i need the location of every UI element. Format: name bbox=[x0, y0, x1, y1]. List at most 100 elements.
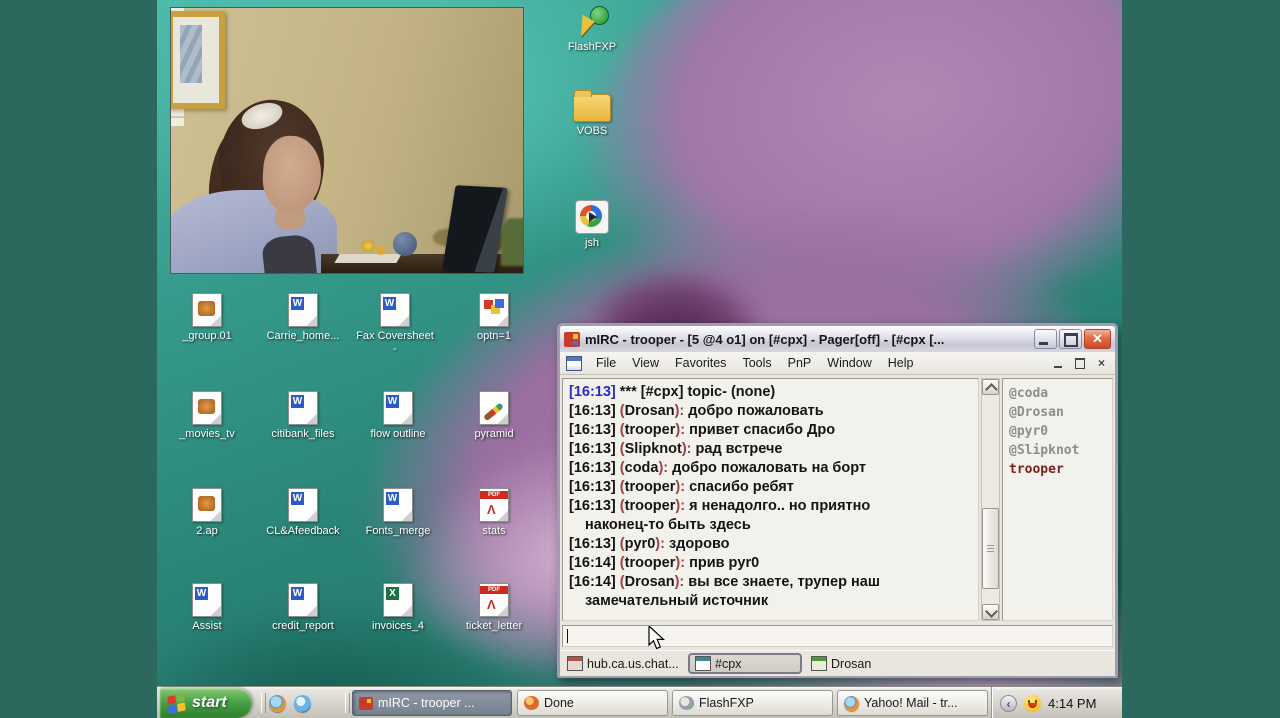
task-label: Yahoo! Mail - tr... bbox=[864, 696, 958, 710]
nick-list-item[interactable]: @Slipknot bbox=[1009, 441, 1106, 460]
scroll-up-button[interactable] bbox=[982, 379, 999, 395]
timestamp: [16:13] bbox=[569, 460, 616, 476]
scrollbar[interactable] bbox=[981, 378, 1000, 621]
tab-query-drosan[interactable]: Drosan bbox=[806, 653, 892, 674]
icon-label: pyramid bbox=[449, 428, 539, 441]
desktop-icon[interactable]: W Assist bbox=[162, 583, 252, 633]
chat-line: [16:14] trooper прив pyr0 bbox=[569, 554, 972, 573]
desktop-icon[interactable]: pyramid bbox=[449, 391, 539, 441]
icon-label: VOBS bbox=[557, 125, 627, 138]
taskbar-button-done[interactable]: Done bbox=[517, 690, 668, 716]
desktop-icon[interactable]: W citibank_files bbox=[258, 391, 348, 441]
nick: trooper bbox=[620, 422, 685, 438]
title-bar[interactable]: mIRC - trooper - [5 @4 o1] on [#cpx] - P… bbox=[560, 326, 1115, 352]
taskbar-button-mirc[interactable]: mIRC - trooper ... bbox=[352, 690, 512, 716]
message-input[interactable] bbox=[562, 625, 1113, 647]
icon-label: optn=1 bbox=[449, 330, 539, 343]
plant bbox=[501, 218, 524, 266]
chat-line-wrapped: замечательный источник bbox=[569, 592, 972, 611]
desktop-icon[interactable]: VOBS bbox=[557, 94, 627, 138]
mirc-icon bbox=[359, 697, 373, 710]
tab-channel-cpx[interactable]: #cpx bbox=[688, 653, 802, 674]
child-restore-button[interactable] bbox=[1073, 357, 1088, 370]
nick-list-item[interactable]: @Drosan bbox=[1009, 403, 1106, 422]
timestamp: [16:14] bbox=[569, 555, 616, 571]
clock[interactable]: 4:14 PM bbox=[1048, 696, 1096, 711]
desktop-icon[interactable]: FlashFXP bbox=[557, 6, 627, 54]
icon-label: Fonts_merge bbox=[353, 525, 443, 538]
start-button[interactable]: start bbox=[160, 688, 252, 718]
desktop-icon[interactable]: X invoices_4 bbox=[353, 583, 443, 633]
menu-tools[interactable]: Tools bbox=[734, 354, 779, 372]
tray-collapse-icon[interactable]: ‹ bbox=[1000, 695, 1017, 712]
message-text: добро пожаловать bbox=[688, 403, 823, 419]
chat-line: [16:13] Drosan добро пожаловать bbox=[569, 402, 972, 421]
desktop: _group.01 W Carrie_home... W Fax Coversh… bbox=[157, 0, 1122, 718]
scrollbar-thumb[interactable] bbox=[982, 508, 999, 589]
desktop-icon[interactable]: W flow outline bbox=[353, 391, 443, 441]
internet-explorer-icon[interactable] bbox=[294, 695, 311, 712]
child-close-button[interactable]: × bbox=[1094, 357, 1109, 370]
nick-list[interactable]: @coda @Drosan @pyr0 @Slipknot trooper bbox=[1002, 378, 1113, 621]
desktop-icon[interactable]: _movies_tv bbox=[162, 391, 252, 441]
desktop-icon[interactable]: jsh bbox=[557, 200, 627, 250]
chat-line: [16:13] coda добро пожаловать на борт bbox=[569, 459, 972, 478]
chat-line: [16:13] trooper я ненадолго.. но приятно bbox=[569, 497, 972, 516]
paper bbox=[334, 254, 401, 263]
menu-help[interactable]: Help bbox=[880, 354, 922, 372]
timestamp: [16:14] bbox=[569, 574, 616, 590]
timestamp: [16:13] bbox=[569, 403, 616, 419]
icon-label: citibank_files bbox=[258, 428, 348, 441]
desktop-icon[interactable]: W CL&Afeedback bbox=[258, 488, 348, 538]
message-text: рад встрече bbox=[696, 441, 783, 457]
desktop-icon[interactable]: PDFΛ ticket_letter bbox=[449, 583, 539, 633]
message-text: привет спасибо Дро bbox=[689, 422, 835, 438]
menu-pnp[interactable]: PnP bbox=[780, 354, 820, 372]
desktop-icon[interactable]: W credit_report bbox=[258, 583, 348, 633]
chat-log[interactable]: [16:13] *** [#cpx] topic- (none) [16:13]… bbox=[562, 378, 979, 621]
pdf-file-icon: PDFΛ bbox=[479, 583, 509, 617]
desktop-icon[interactable]: W Carrie_home... bbox=[258, 293, 348, 343]
nick: Drosan bbox=[620, 403, 684, 419]
desktop-icon[interactable]: _group.01 bbox=[162, 293, 252, 343]
switchbar: hub.ca.us.chat... #cpx Drosan bbox=[560, 650, 1115, 676]
channel-window-icon bbox=[566, 356, 582, 371]
scroll-down-button[interactable] bbox=[982, 604, 999, 620]
menu-view[interactable]: View bbox=[624, 354, 667, 372]
icon-label: jsh bbox=[557, 237, 627, 250]
desktop-icon[interactable]: W Fonts_merge bbox=[353, 488, 443, 538]
toolbar-handle[interactable] bbox=[261, 693, 266, 713]
desktop-icon[interactable]: optn=1 bbox=[449, 293, 539, 343]
desktop-icon[interactable]: 2.ap bbox=[162, 488, 252, 538]
nick-list-item[interactable]: @coda bbox=[1009, 384, 1106, 403]
menu-file[interactable]: File bbox=[588, 354, 624, 372]
firefox-icon[interactable] bbox=[269, 695, 286, 712]
message-text: вы все знаете, трупер наш bbox=[688, 574, 880, 590]
child-minimize-button[interactable] bbox=[1052, 357, 1067, 370]
word-document-icon: W bbox=[383, 391, 413, 425]
paint-file-icon bbox=[479, 391, 509, 425]
channel-window-icon bbox=[695, 656, 711, 671]
icon-label: FlashFXP bbox=[557, 41, 627, 54]
icon-label: _movies_tv bbox=[162, 428, 252, 441]
windows-logo-icon bbox=[167, 693, 186, 714]
messenger-smiley-icon[interactable] bbox=[1024, 695, 1041, 712]
image-file-icon bbox=[479, 293, 509, 327]
text-caret bbox=[567, 629, 568, 643]
desktop-icon[interactable]: PDFΛ stats bbox=[449, 488, 539, 538]
tab-server[interactable]: hub.ca.us.chat... bbox=[562, 653, 684, 674]
nick-list-item-self[interactable]: trooper bbox=[1009, 460, 1106, 479]
minimize-button[interactable] bbox=[1034, 329, 1057, 349]
close-button[interactable]: ✕ bbox=[1084, 329, 1111, 349]
menu-favorites[interactable]: Favorites bbox=[667, 354, 734, 372]
image-document-icon bbox=[192, 488, 222, 522]
message-text: здорово bbox=[669, 536, 730, 552]
desktop-icon[interactable]: W Fax Coversheet - bbox=[353, 293, 437, 356]
toolbar-separator bbox=[345, 693, 350, 713]
taskbar-button-flashfxp[interactable]: FlashFXP bbox=[672, 690, 833, 716]
message-text: замечательный источник bbox=[585, 593, 768, 609]
maximize-button[interactable] bbox=[1059, 329, 1082, 349]
taskbar-button-yahoo-mail[interactable]: Yahoo! Mail - tr... bbox=[837, 690, 988, 716]
nick-list-item[interactable]: @pyr0 bbox=[1009, 422, 1106, 441]
menu-window[interactable]: Window bbox=[819, 354, 879, 372]
